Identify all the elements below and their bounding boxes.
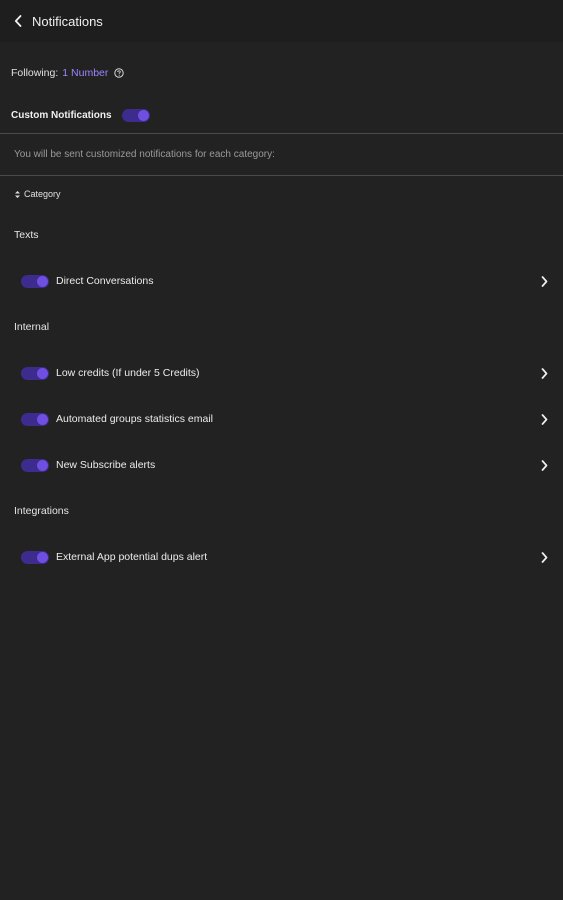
notification-toggle[interactable] (21, 550, 49, 564)
top-bar: Notifications (0, 0, 563, 42)
back-chevron-icon[interactable] (12, 14, 24, 28)
category-sort-button[interactable]: Category (0, 176, 563, 212)
toggle-knob (37, 459, 48, 471)
section-title-internal: Internal (14, 321, 50, 333)
toggle-knob (37, 367, 48, 379)
chevron-right-icon[interactable] (539, 275, 549, 287)
list-item-low-credits[interactable]: Low credits (If under 5 Credits) (0, 350, 563, 396)
page-title: Notifications (32, 13, 103, 29)
following-label: Following: (11, 67, 59, 79)
notification-toggle[interactable] (21, 458, 49, 472)
chevron-right-icon[interactable] (539, 459, 549, 471)
list-item-new-subscribe-alerts[interactable]: New Subscribe alerts (0, 442, 563, 488)
custom-notifications-row: Custom Notifications (0, 103, 563, 127)
category-sort-label: Category (24, 189, 61, 199)
following-number-link[interactable]: 1 Number (62, 67, 108, 79)
custom-notifications-label: Custom Notifications (11, 109, 112, 121)
item-label: External App potential dups alert (56, 551, 208, 563)
toggle-knob (37, 413, 48, 425)
item-label: New Subscribe alerts (56, 459, 156, 471)
list-item-external-app-dups-alert[interactable]: External App potential dups alert (0, 534, 563, 580)
following-row: Following: 1 Number (0, 62, 563, 84)
notification-toggle[interactable] (21, 366, 49, 380)
toggle-knob (37, 275, 48, 287)
question-circle-icon[interactable] (113, 68, 124, 79)
chevron-right-icon[interactable] (539, 367, 549, 379)
section-title-texts: Texts (14, 229, 39, 241)
notification-toggle[interactable] (21, 412, 49, 426)
custom-notifications-toggle[interactable] (121, 108, 150, 122)
chevron-right-icon[interactable] (539, 413, 549, 425)
item-label: Automated groups statistics email (56, 413, 213, 425)
list-item-direct-conversations[interactable]: Direct Conversations (0, 258, 563, 304)
list-item-automated-groups-statistics[interactable]: Automated groups statistics email (0, 396, 563, 442)
chevron-right-icon[interactable] (539, 551, 549, 563)
toggle-knob (37, 551, 48, 563)
item-label: Direct Conversations (56, 275, 154, 287)
sort-icon (14, 190, 21, 199)
description-text: You will be sent customized notification… (14, 149, 275, 160)
toggle-knob (137, 109, 149, 121)
notification-toggle[interactable] (21, 274, 49, 288)
item-label: Low credits (If under 5 Credits) (56, 367, 200, 379)
section-title-integrations: Integrations (14, 505, 69, 517)
